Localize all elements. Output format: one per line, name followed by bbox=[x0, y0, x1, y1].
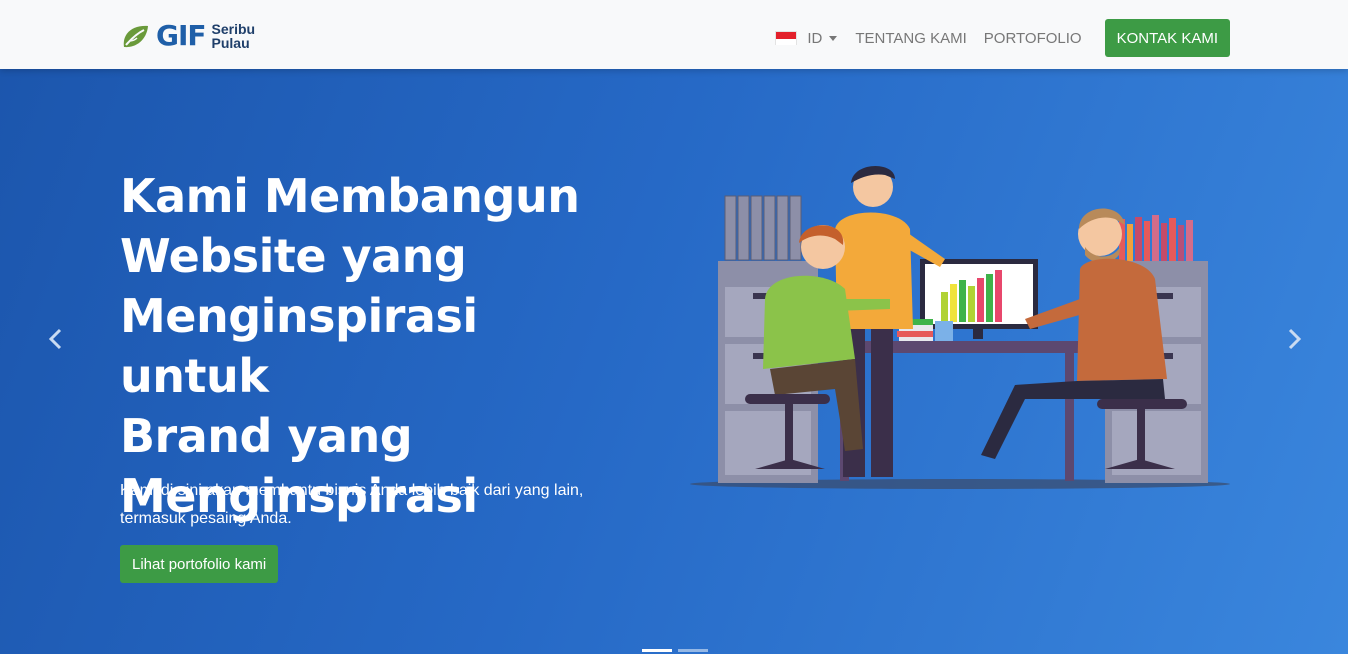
language-dropdown[interactable]: ID bbox=[775, 29, 838, 47]
headline-line: Kami Membangun bbox=[120, 169, 580, 223]
headline-line: Website yang bbox=[120, 229, 467, 283]
nav-menu: ID TENTANG KAMI PORTOFOLIO KONTAK KAMI bbox=[775, 19, 1230, 57]
nav-link-portofolio[interactable]: PORTOFOLIO bbox=[984, 30, 1082, 47]
headline-line: Menginspirasi untuk bbox=[120, 289, 478, 403]
view-portfolio-button[interactable]: Lihat portofolio kami bbox=[120, 545, 279, 583]
carousel-indicator-1[interactable] bbox=[642, 649, 672, 652]
subtext-line: Kami di sini akan membantu bisnis Anda l… bbox=[120, 482, 584, 499]
team-meeting-illustration bbox=[690, 165, 1230, 489]
contact-button[interactable]: KONTAK KAMI bbox=[1104, 19, 1230, 57]
brand-name: GIF bbox=[156, 19, 207, 52]
subtext-line: termasuk pesaing Anda. bbox=[120, 510, 292, 527]
indonesia-flag-icon bbox=[775, 31, 798, 45]
language-label: ID bbox=[807, 29, 823, 47]
chevron-left-icon[interactable] bbox=[46, 327, 66, 351]
caret-down-icon bbox=[829, 35, 838, 41]
nav-link-tentang-kami[interactable]: TENTANG KAMI bbox=[855, 30, 966, 47]
hero-headline: Kami Membangun Website yang Menginspiras… bbox=[120, 166, 640, 526]
leaf-logo-icon bbox=[123, 25, 148, 48]
chevron-right-icon[interactable] bbox=[1284, 327, 1304, 351]
headline-line: Brand yang bbox=[120, 409, 413, 463]
brand-logo[interactable]: GIF Seribu Pulau bbox=[120, 19, 255, 53]
brand-subtitle: Seribu Pulau bbox=[212, 22, 256, 50]
brand-sub-line-2: Pulau bbox=[211, 35, 250, 51]
brand-sub-line-1: Seribu bbox=[211, 21, 256, 37]
navbar: GIF Seribu Pulau ID TENTANG KAMI PORTOFO… bbox=[0, 0, 1348, 69]
hero-subtext: Kami di sini akan membantu bisnis Anda l… bbox=[120, 477, 620, 533]
carousel-indicator-2[interactable] bbox=[678, 649, 708, 652]
hero-carousel: Kami Membangun Website yang Menginspiras… bbox=[0, 69, 1348, 654]
carousel-indicators bbox=[642, 649, 714, 652]
